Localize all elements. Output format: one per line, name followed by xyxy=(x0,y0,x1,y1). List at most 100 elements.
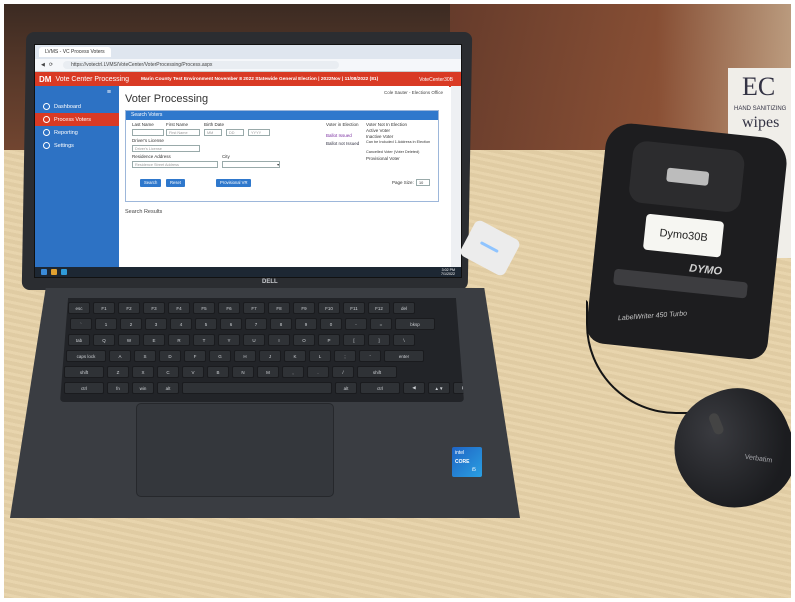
taskbar-clock: 3:02 PM 7/1/2022 xyxy=(441,268,455,276)
app-header: DM Vote Center Processing Marin County T… xyxy=(35,72,461,87)
keyboard-key: = xyxy=(370,318,392,330)
touchpad xyxy=(136,403,334,497)
keyboard-key: F8 xyxy=(268,302,290,314)
keyboard-key: B xyxy=(207,366,229,378)
address-bar[interactable]: https://votectrl.LVMS/VoteCenter/VoterPr… xyxy=(63,61,340,69)
first-name-label: First Name xyxy=(166,122,189,127)
keyboard-key: O xyxy=(293,334,315,346)
keyboard-key: ` xyxy=(70,318,92,330)
keyboard-key: P xyxy=(318,334,340,346)
voter-not-in-election-heading: Voter Not In Election xyxy=(366,122,408,127)
search-voters-panel: Search Voters Last Name First Name First… xyxy=(125,110,439,202)
chart-icon xyxy=(43,129,50,136)
station-name: VoteCenter30B xyxy=(419,76,453,83)
back-icon[interactable]: ◀ xyxy=(41,62,45,68)
keyboard-key: alt xyxy=(157,382,179,394)
intel-i5-text: i5 xyxy=(472,467,476,473)
first-name-field[interactable]: First Name xyxy=(166,129,200,136)
printer-brand-logo: DYMO xyxy=(688,262,723,278)
keyboard-key: W xyxy=(118,334,140,346)
keyboard-key: ' xyxy=(359,350,381,362)
browser-side-panel xyxy=(451,86,461,267)
provisional-vr-button[interactable]: Provisional VR xyxy=(216,179,252,187)
keyboard-key: 6 xyxy=(220,318,242,330)
chevron-down-icon: ▾ xyxy=(277,163,279,167)
keyboard-key: F3 xyxy=(143,302,165,314)
printer-station-label: Dymo30B xyxy=(642,213,725,258)
search-button[interactable]: Search xyxy=(140,179,162,187)
browser-toolbar: ◀ ⟳ https://votectrl.LVMS/VoteCenter/Vot… xyxy=(35,59,461,72)
keyboard-key: / xyxy=(332,366,354,378)
browser-icon[interactable] xyxy=(61,269,67,275)
browser-tab-strip: LVMS - VC Process Voters xyxy=(35,45,461,59)
keyboard-key: V xyxy=(182,366,204,378)
birth-day-field[interactable]: DD xyxy=(226,129,244,136)
birth-date-label: Birth Date xyxy=(204,122,225,127)
keyboard-key: F11 xyxy=(343,302,365,314)
keyboard-key: ctrl xyxy=(64,382,104,394)
keyboard-key: 5 xyxy=(195,318,217,330)
keyboard-key: F xyxy=(184,350,206,362)
voter-in-election-heading: Voter in Election xyxy=(326,122,359,127)
keyboard-key: ▲▼ xyxy=(428,382,450,394)
box-product-text: HAND SANITIZING xyxy=(734,106,787,112)
keyboard-key: A xyxy=(109,350,131,362)
sidebar-item-label: Dashboard xyxy=(54,103,81,110)
cancelled-voter-legend: Cancelled Voter (Voter Deleted) xyxy=(366,150,420,154)
sidebar-item-settings[interactable]: Settings xyxy=(35,139,119,152)
keyboard-key: \ xyxy=(393,334,415,346)
keyboard-key: 8 xyxy=(270,318,292,330)
keyboard-key: del xyxy=(393,302,415,314)
keyboard-key: . xyxy=(307,366,329,378)
keyboard-key: 2 xyxy=(120,318,142,330)
keyboard-key: F9 xyxy=(293,302,315,314)
refresh-icon[interactable]: ⟳ xyxy=(49,62,53,68)
reset-button[interactable]: Reset xyxy=(166,179,185,187)
keyboard-key: F2 xyxy=(118,302,140,314)
keyboard-key: K xyxy=(284,350,306,362)
keyboard-key: T xyxy=(193,334,215,346)
panel-title: Search Voters xyxy=(126,111,438,120)
box-logo-text: EC xyxy=(742,72,776,101)
sidebar-item-dashboard[interactable]: Dashboard xyxy=(35,100,119,113)
page-size-select[interactable]: 10 xyxy=(416,179,430,186)
clock-date: 7/1/2022 xyxy=(441,272,455,276)
last-name-field[interactable] xyxy=(132,129,164,136)
keyboard-key: J xyxy=(259,350,281,362)
laptop-brand-logo: DELL xyxy=(262,279,278,285)
keyboard-key: ctrl xyxy=(360,382,400,394)
sidebar-item-process-voters[interactable]: Process Voters xyxy=(35,113,119,126)
windows-start-icon[interactable] xyxy=(41,269,47,275)
keyboard-key: esc xyxy=(68,302,90,314)
sidebar-item-label: Reporting xyxy=(54,129,78,136)
keyboard-key: 9 xyxy=(295,318,317,330)
keyboard-key: bksp xyxy=(395,318,435,330)
keyboard-key: N xyxy=(232,366,254,378)
keyboard-key: X xyxy=(132,366,154,378)
page-size-label: Page Size: xyxy=(392,180,414,185)
keyboard-key: 0 xyxy=(320,318,342,330)
keyboard-key: Y xyxy=(218,334,240,346)
search-results-heading: Search Results xyxy=(125,209,163,215)
hamburger-icon[interactable]: ≡ xyxy=(35,86,119,100)
keyboard-key: Z xyxy=(107,366,129,378)
birth-month-field[interactable]: MM xyxy=(204,129,222,136)
keyboard-key: caps lock xyxy=(66,350,106,362)
intel-core-text: CORE xyxy=(455,459,470,465)
dl-label: Driver's License xyxy=(132,138,164,143)
keyboard-key: F12 xyxy=(368,302,390,314)
keyboard-key: M xyxy=(257,366,279,378)
dl-field[interactable]: Driver's License xyxy=(132,145,200,152)
city-select[interactable]: ▾ xyxy=(222,161,280,168)
address-field[interactable]: Residence Street Address xyxy=(132,161,218,168)
sidebar-item-reporting[interactable]: Reporting xyxy=(35,126,119,139)
keyboard-key: G xyxy=(209,350,231,362)
file-explorer-icon[interactable] xyxy=(51,269,57,275)
keyboard-key: D xyxy=(159,350,181,362)
last-name-label: Last Name xyxy=(132,122,154,127)
active-voter-legend: Active Voter xyxy=(366,128,391,133)
birth-year-field[interactable]: YYYY xyxy=(248,129,270,136)
keyboard-key: shift xyxy=(64,366,104,378)
browser-tab[interactable]: LVMS - VC Process Voters xyxy=(39,47,111,57)
search-icon xyxy=(43,116,50,123)
